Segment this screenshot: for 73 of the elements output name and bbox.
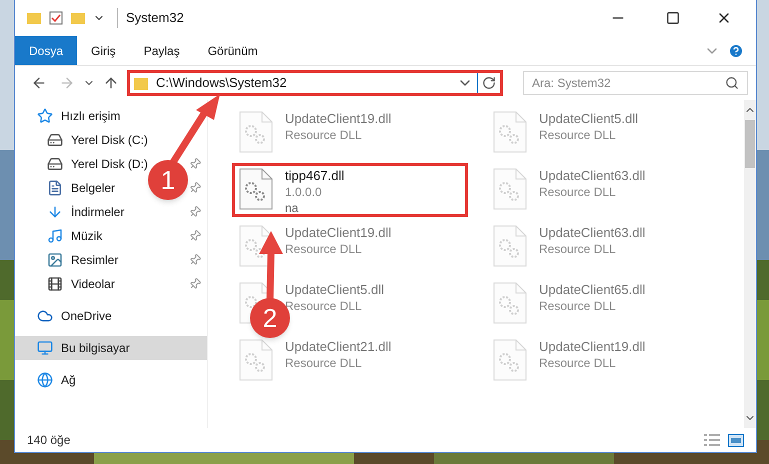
cloud-icon [37, 308, 53, 324]
gear-file-icon [239, 168, 273, 210]
help-icon[interactable] [728, 42, 744, 58]
file-name[interactable]: UpdateClient21.dll [285, 339, 392, 355]
sidebar-item-label[interactable]: Hızlı erişim [61, 107, 120, 125]
gear-file-icon [493, 168, 527, 210]
gear-file-icon [493, 225, 527, 267]
file-name[interactable]: UpdateClient63.dll [539, 168, 646, 184]
file-name[interactable]: UpdateClient5.dll [539, 111, 638, 127]
document-icon [47, 180, 63, 196]
window-title: System32 [117, 8, 184, 28]
drive-icon [47, 156, 63, 172]
sidebar-item-label[interactable]: İndirmeler [71, 203, 124, 221]
file-description: Resource DLL [285, 355, 363, 371]
sidebar-item-label[interactable]: Müzik [71, 227, 102, 245]
maximize-icon[interactable] [666, 11, 680, 25]
ribbon-tab[interactable]: Paylaş [130, 36, 194, 65]
file-name[interactable]: UpdateClient19.dll [285, 225, 392, 241]
ribbon-tab[interactable]: Giriş [77, 36, 130, 65]
picture-icon [47, 252, 63, 268]
gear-file-icon [239, 111, 273, 153]
sidebar-item-label[interactable]: Bu bilgisayar [61, 339, 130, 357]
file-description: Resource DLL [285, 298, 363, 314]
highlighted-file-item[interactable]: tipp467.dll 1.0.0.0 na [232, 163, 468, 217]
file-name[interactable]: UpdateClient65.dll [539, 282, 646, 298]
gear-file-icon [493, 111, 527, 153]
ribbon-tab[interactable]: Dosya [15, 36, 78, 65]
file-description: Resource DLL [285, 241, 363, 257]
file-name[interactable]: UpdateClient19.dll [285, 111, 392, 127]
sidebar-item-label[interactable]: OneDrive [61, 307, 112, 325]
file-description: Resource DLL [539, 127, 617, 143]
sidebar-item-label[interactable]: Videolar [71, 275, 115, 293]
search-icon[interactable] [725, 76, 739, 90]
file-name[interactable]: UpdateClient19.dll [539, 339, 646, 355]
sidebar-item-label[interactable]: Yerel Disk (D:) [71, 155, 148, 173]
film-icon [47, 276, 63, 292]
sidebar-item-label[interactable]: Ağ [61, 371, 76, 389]
file-name[interactable]: UpdateClient63.dll [539, 225, 646, 241]
file-description: Resource DLL [539, 184, 617, 200]
star-icon [37, 108, 53, 124]
search-input[interactable]: Ara: System32 [532, 74, 725, 92]
address-path: C:\Windows\System32 [156, 74, 288, 92]
file-description: Resource DLL [285, 127, 363, 143]
file-description: Resource DLL [539, 355, 617, 371]
search-field[interactable]: Ara: System32 [523, 71, 748, 95]
music-note-icon [47, 228, 63, 244]
back-icon[interactable] [31, 75, 47, 91]
file-company: na [285, 200, 300, 216]
address-bar[interactable]: C:\Windows\System32 [127, 70, 503, 96]
up-icon[interactable] [103, 75, 119, 91]
sidebar-item-label[interactable]: Yerel Disk (C:) [71, 131, 148, 149]
details-view-icon[interactable] [704, 434, 720, 446]
tiles-view-icon[interactable] [728, 434, 744, 446]
gear-file-icon [239, 339, 273, 381]
file-name[interactable]: UpdateClient5.dll [285, 282, 384, 298]
item-count: 140 öğe [27, 432, 72, 449]
file-description: Resource DLL [539, 298, 617, 314]
file-description: 1.0.0.0 [285, 184, 323, 200]
sidebar-item-label[interactable]: Resimler [71, 251, 118, 269]
file-name[interactable]: tipp467.dll [285, 168, 344, 184]
monitor-icon [37, 340, 53, 356]
file-description: Resource DLL [539, 241, 617, 257]
scroll-thumb[interactable] [745, 120, 755, 168]
folder-icon [134, 76, 148, 90]
selected-sidebar-item[interactable]: Bu bilgisayar [15, 336, 207, 360]
checklist-icon[interactable] [49, 11, 63, 25]
refresh-icon[interactable] [482, 76, 496, 90]
ribbon-tab[interactable]: Görünüm [194, 36, 272, 65]
gear-file-icon [493, 282, 527, 324]
network-globe-icon [37, 372, 53, 388]
gear-file-icon [493, 339, 527, 381]
drive-icon [47, 132, 63, 148]
sidebar-item-label[interactable]: Belgeler [71, 179, 116, 197]
